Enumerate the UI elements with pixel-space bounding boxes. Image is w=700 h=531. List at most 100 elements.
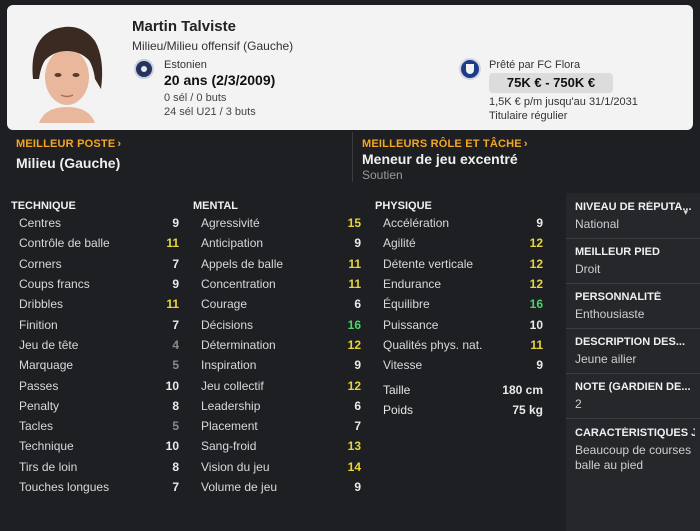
mental-attribute-row[interactable]: Concentration 11 — [189, 274, 371, 294]
mental-attribute-row[interactable]: Inspiration 9 — [189, 355, 371, 375]
loan-info[interactable]: Prêté par FC Flora — [489, 59, 580, 71]
attribute-value: 7 — [172, 317, 179, 332]
best-position-link[interactable]: MEILLEUR POSTE › — [16, 138, 121, 150]
player-position: Milieu/Milieu offensif (Gauche) — [132, 39, 294, 53]
physique-title: PHYSIQUE — [375, 200, 432, 212]
attribute-value: 9 — [354, 236, 361, 251]
attribute-label: Centres — [19, 216, 62, 231]
attribute-value: 9 — [354, 358, 361, 373]
physique-attribute-row[interactable]: Équilibre 16 — [371, 294, 553, 314]
attribute-label: Décisions — [201, 317, 254, 332]
attribute-value: 10 — [165, 439, 179, 454]
technique-attribute-row[interactable]: Touches longues 7 — [7, 477, 189, 497]
height-value: 180 cm — [502, 382, 543, 397]
nation-flag-icon[interactable] — [134, 59, 154, 79]
technique-attribute-row[interactable]: Centres 9 — [7, 213, 189, 233]
technique-attribute-row[interactable]: Penalty 8 — [7, 396, 189, 416]
player-name[interactable]: Martin Talviste — [132, 18, 236, 35]
attribute-label: Anticipation — [201, 236, 264, 251]
technique-attribute-row[interactable]: Coups francs 9 — [7, 274, 189, 294]
reputation-section[interactable]: NIVEAU DE RÉPUTA... National — [575, 201, 695, 232]
mental-attribute-row[interactable]: Leadership 6 — [189, 396, 371, 416]
description-section: DESCRIPTION DES... Jeune ailier — [575, 336, 695, 367]
technique-attribute-row[interactable]: Marquage 5 — [7, 355, 189, 375]
weight-label: Poids — [383, 402, 414, 417]
squad-status: Titulaire régulier — [489, 110, 568, 122]
mental-attribute-row[interactable]: Sang-froid 13 — [189, 436, 371, 456]
attribute-value: 13 — [347, 439, 361, 454]
transfer-value-badge: 75K € - 750K € — [489, 73, 613, 93]
mental-attribute-row[interactable]: Vision du jeu 14 — [189, 457, 371, 477]
attribute-label: Vision du jeu — [201, 459, 270, 474]
attribute-value: 4 — [172, 337, 179, 352]
attribute-label: Qualités phys. nat. — [383, 337, 483, 352]
physique-attribute-row[interactable]: Puissance 10 — [371, 314, 553, 334]
technique-attribute-row[interactable]: Corners 7 — [7, 254, 189, 274]
personality-section: PERSONNALITÉ Enthousiaste — [575, 291, 695, 322]
attribute-value: 6 — [354, 398, 361, 413]
mental-attribute-row[interactable]: Détermination 12 — [189, 335, 371, 355]
attribute-label: Contrôle de balle — [19, 236, 110, 251]
mental-attribute-row[interactable]: Volume de jeu 9 — [189, 477, 371, 497]
attribute-value: 9 — [172, 277, 179, 292]
attribute-value: 12 — [347, 337, 361, 352]
mental-attribute-row[interactable]: Placement 7 — [189, 416, 371, 436]
attribute-value: 12 — [529, 256, 543, 271]
attribute-value: 8 — [172, 398, 179, 413]
attribute-value: 5 — [172, 419, 179, 434]
foot-title: MEILLEUR PIED — [575, 246, 660, 258]
technique-attribute-row[interactable]: Finition 7 — [7, 314, 189, 334]
attribute-value: 11 — [530, 337, 543, 352]
mental-attribute-row[interactable]: Agressivité 15 — [189, 213, 371, 233]
attribute-label: Inspiration — [201, 358, 257, 373]
physique-attribute-row[interactable]: Qualités phys. nat. 11 — [371, 335, 553, 355]
attribute-value: 11 — [166, 297, 179, 312]
physique-attribute-row[interactable]: Agilité 12 — [371, 233, 553, 253]
gk-rating-value: 2 — [575, 397, 582, 411]
best-role-duty: Soutien — [362, 168, 403, 182]
attribute-label: Passes — [19, 378, 59, 393]
mental-attribute-row[interactable]: Courage 6 — [189, 294, 371, 314]
mental-attribute-row[interactable]: Appels de balle 11 — [189, 254, 371, 274]
traits-section: CARACTÉRISTIQUES J Beaucoup de courses b… — [575, 427, 695, 473]
technique-column: TECHNIQUE Centres 9 Contrôle de balle 11 Cor… — [7, 193, 189, 497]
technique-attribute-row[interactable]: Dribbles 11 — [7, 294, 189, 314]
gk-rating-section: NOTE (GARDIEN DE... 2 — [575, 381, 695, 412]
description-value: Jeune ailier — [575, 352, 637, 366]
attribute-value: 11 — [166, 236, 179, 251]
mental-attribute-row[interactable]: Anticipation 9 — [189, 233, 371, 253]
technique-attribute-row[interactable]: Passes 10 — [7, 375, 189, 395]
physique-attribute-row[interactable]: Détente verticale 12 — [371, 254, 553, 274]
best-position-title: MEILLEUR POSTE — [16, 138, 116, 150]
mental-attribute-row[interactable]: Décisions 16 — [189, 314, 371, 334]
physique-attribute-row[interactable]: Endurance 12 — [371, 274, 553, 294]
attribute-value: 10 — [165, 378, 179, 393]
attribute-value: 12 — [347, 378, 361, 393]
physique-attribute-row[interactable]: Vitesse 9 — [371, 355, 553, 375]
nationality[interactable]: Estonien — [164, 59, 207, 71]
attribute-label: Agressivité — [201, 216, 260, 231]
attribute-label: Agilité — [383, 236, 416, 251]
technique-attribute-row[interactable]: Technique 10 — [7, 436, 189, 456]
attribute-value: 9 — [536, 216, 543, 231]
technique-attribute-row[interactable]: Tirs de loin 8 — [7, 457, 189, 477]
chevron-down-icon[interactable]: ▾ — [683, 207, 688, 218]
personality-title: PERSONNALITÉ — [575, 291, 662, 303]
attribute-value: 16 — [347, 317, 361, 332]
technique-attribute-row[interactable]: Tacles 5 — [7, 416, 189, 436]
attribute-label: Penalty — [19, 398, 60, 413]
physique-attribute-row[interactable]: Accélération 9 — [371, 213, 553, 233]
best-role-link[interactable]: MEILLEURS RÔLE ET TÂCHE › — [362, 138, 528, 150]
foot-value: Droit — [575, 262, 601, 276]
mental-attribute-row[interactable]: Jeu collectif 12 — [189, 375, 371, 395]
reputation-value: National — [575, 217, 620, 231]
club-badge-icon[interactable] — [459, 58, 481, 80]
divider — [566, 238, 700, 239]
technique-attribute-row[interactable]: Jeu de tête 4 — [7, 335, 189, 355]
player-header: Martin Talviste Milieu/Milieu offensif (… — [7, 5, 693, 130]
attribute-label: Corners — [19, 256, 62, 271]
attribute-label: Coups francs — [19, 277, 90, 292]
technique-attribute-row[interactable]: Contrôle de balle 11 — [7, 233, 189, 253]
best-role-title: MEILLEURS RÔLE ET TÂCHE — [362, 138, 522, 150]
attribute-label: Finition — [19, 317, 58, 332]
